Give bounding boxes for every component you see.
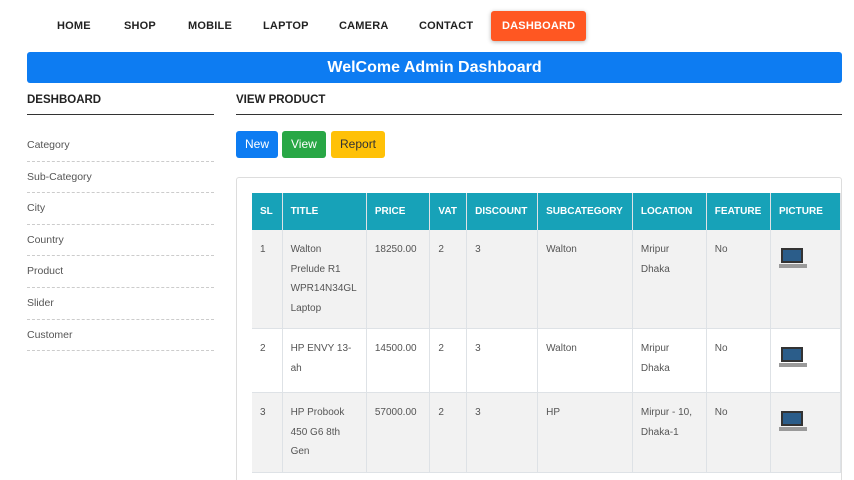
nav-mobile[interactable]: MOBILE (188, 12, 232, 40)
column-header-discount[interactable]: DISCOUNT (466, 193, 539, 230)
view-button[interactable]: View (282, 131, 326, 158)
dashboard-banner: WelCome Admin Dashboard (27, 52, 842, 83)
table-row[interactable]: 2 HP ENVY 13-ah 14500.00 2 3 Walton Mrip… (252, 328, 841, 393)
cell-sl: 1 (252, 230, 283, 329)
cell-vat: 2 (429, 328, 468, 393)
cell-subcategory: Walton (537, 230, 633, 329)
cell-discount: 3 (466, 392, 539, 473)
table-header-row: SL TITLE PRICE VAT DISCOUNT SUBCATEGORY … (252, 193, 841, 230)
sidebar-item-category[interactable]: Category (27, 130, 214, 162)
page-title: VIEW PRODUCT (236, 94, 842, 115)
nav-dashboard[interactable]: DASHBOARD (491, 11, 587, 41)
cell-discount: 3 (466, 230, 539, 329)
laptop-image-icon (778, 246, 807, 272)
nav-shop[interactable]: SHOP (124, 12, 156, 40)
sidebar-item-country[interactable]: Country (27, 225, 214, 257)
report-button[interactable]: Report (331, 131, 386, 158)
column-header-location[interactable]: LOCATION (632, 193, 707, 230)
cell-vat: 2 (429, 392, 468, 473)
cell-title: HP ENVY 13-ah (282, 328, 367, 393)
column-header-feature[interactable]: FEATURE (706, 193, 771, 230)
cell-picture (770, 328, 841, 393)
cell-feature: No (706, 328, 771, 393)
cell-discount: 3 (466, 328, 539, 393)
cell-location: Mripur Dhaka (632, 328, 707, 393)
sidebar-title: DESHBOARD (27, 94, 214, 115)
table-row[interactable]: 1 Walton Prelude R1 WPR14N34GL Laptop 18… (252, 230, 841, 329)
column-header-sl[interactable]: SL (252, 193, 283, 230)
cell-picture (770, 230, 841, 329)
column-header-subcategory[interactable]: SUBCATEGORY (537, 193, 633, 230)
product-table: SL TITLE PRICE VAT DISCOUNT SUBCATEGORY … (252, 193, 841, 473)
column-header-title[interactable]: TITLE (282, 193, 367, 230)
cell-feature: No (706, 230, 771, 329)
column-header-picture[interactable]: PICTURE (770, 193, 841, 230)
nav-laptop[interactable]: LAPTOP (263, 12, 309, 40)
nav-contact[interactable]: CONTACT (419, 12, 473, 40)
cell-feature: No (706, 392, 771, 473)
cell-title: HP Probook 450 G6 8th Gen (282, 392, 367, 473)
nav-home[interactable]: HOME (57, 12, 91, 40)
sidebar-item-slider[interactable]: Slider (27, 288, 214, 320)
laptop-image-icon (778, 409, 807, 435)
column-header-price[interactable]: PRICE (366, 193, 431, 230)
cell-subcategory: Walton (537, 328, 633, 393)
cell-title: Walton Prelude R1 WPR14N34GL Laptop (282, 230, 367, 329)
cell-price: 18250.00 (366, 230, 431, 329)
cell-subcategory: HP (537, 392, 633, 473)
cell-sl: 2 (252, 328, 283, 393)
cell-location: Mripur Dhaka (632, 230, 707, 329)
sidebar-item-product[interactable]: Product (27, 256, 214, 288)
column-header-vat[interactable]: VAT (429, 193, 468, 230)
sidebar-item-customer[interactable]: Customer (27, 320, 214, 352)
cell-location: Mirpur - 10, Dhaka-1 (632, 392, 707, 473)
top-nav: HOME SHOP MOBILE LAPTOP CAMERA CONTACT D… (0, 0, 854, 50)
cell-sl: 3 (252, 392, 283, 473)
cell-picture (770, 392, 841, 473)
cell-price: 14500.00 (366, 328, 431, 393)
sidebar-item-city[interactable]: City (27, 193, 214, 225)
new-button[interactable]: New (236, 131, 279, 158)
nav-camera[interactable]: CAMERA (339, 12, 388, 40)
laptop-image-icon (778, 345, 807, 371)
sidebar-item-sub-category[interactable]: Sub-Category (27, 162, 214, 194)
sidebar-menu: Category Sub-Category City Country Produ… (27, 130, 214, 352)
cell-price: 57000.00 (366, 392, 431, 473)
cell-vat: 2 (429, 230, 468, 329)
product-table-panel: SL TITLE PRICE VAT DISCOUNT SUBCATEGORY … (236, 177, 842, 480)
table-row[interactable]: 3 HP Probook 450 G6 8th Gen 57000.00 2 3… (252, 392, 841, 473)
